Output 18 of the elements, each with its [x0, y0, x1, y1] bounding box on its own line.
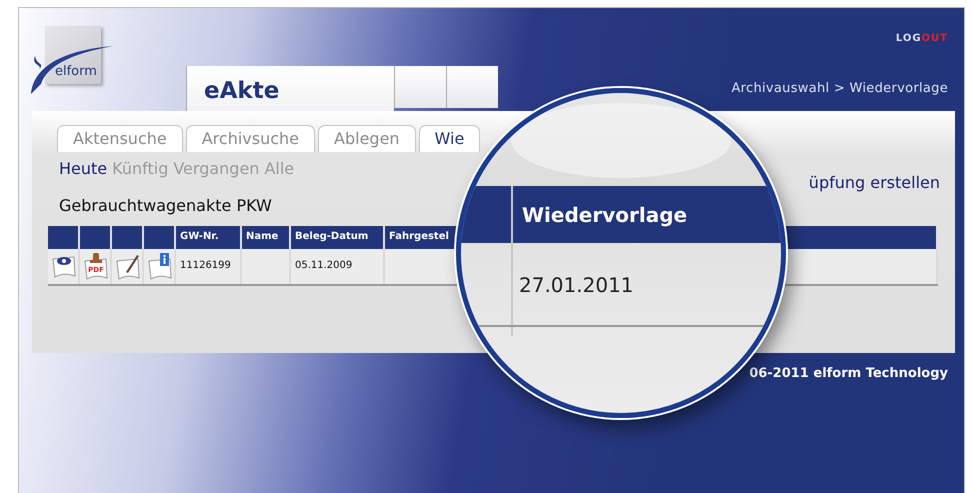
table-cell: 11126199 — [176, 249, 242, 284]
tab[interactable]: Archivsuche — [186, 125, 316, 152]
tab[interactable]: Wie — [418, 125, 480, 152]
logo-text: elform — [55, 64, 97, 79]
section-title: Gebrauchtwagenakte PKW — [59, 196, 272, 217]
info-document-icon[interactable] — [146, 252, 174, 280]
column-header: Wiedervorlage — [522, 203, 688, 227]
app-tab[interactable]: eAkte — [186, 66, 394, 111]
breadcrumb: Archivauswahl > Wiedervorlage — [731, 81, 948, 96]
pencil-document-icon[interactable] — [114, 252, 142, 280]
tab[interactable]: Ablegen — [318, 125, 416, 152]
copyright-text: 06-2011 elform Technology — [749, 366, 948, 381]
action-link[interactable]: üpfung erstellen — [808, 173, 940, 196]
logout-link[interactable]: LOGOUT — [896, 33, 948, 44]
table-cell: 27.01.2011 — [519, 273, 634, 297]
tab[interactable]: Aktensuche — [57, 125, 183, 152]
filter-link[interactable]: Heute — [59, 159, 108, 196]
table-cell: 05.11.2009 — [291, 249, 385, 284]
